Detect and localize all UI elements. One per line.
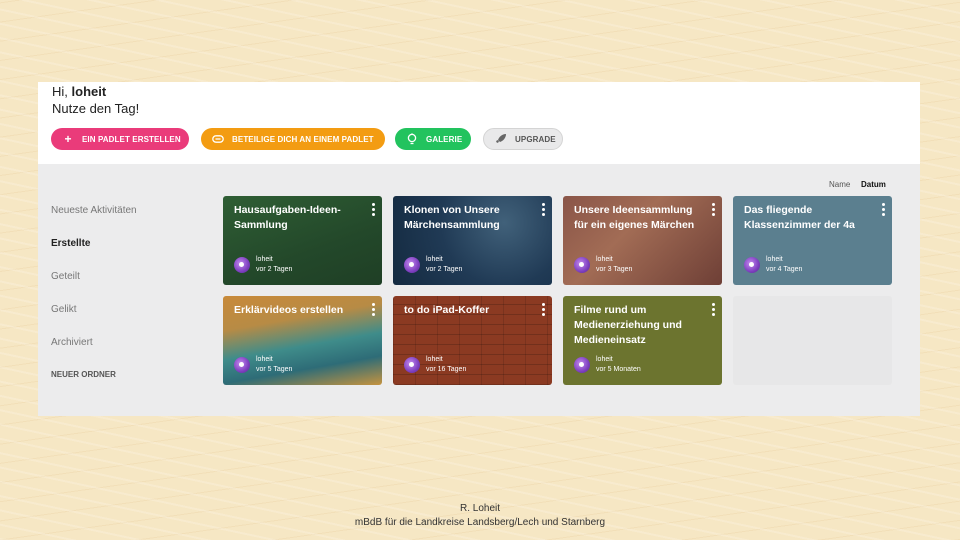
top-bar: Hi, loheit Nutze den Tag! + EIN PADLET E… (38, 82, 920, 164)
greeting-prefix: Hi, (52, 84, 68, 99)
sidebar-item-recent[interactable]: Neueste Aktivitäten (51, 205, 137, 216)
upgrade-button[interactable]: UPGRADE (483, 128, 563, 150)
link-icon (211, 135, 225, 143)
create-padlet-button[interactable]: + EIN PADLET ERSTELLEN (51, 128, 189, 150)
sidebar-item-liked[interactable]: Gelikt (51, 304, 77, 315)
more-menu-icon[interactable] (372, 203, 376, 216)
sort-by-date[interactable]: Datum (861, 180, 886, 189)
padlet-card[interactable]: Klonen von Unsere Märchensammlung loheit… (393, 196, 552, 285)
padlet-card[interactable]: Filme rund um Medienerziehung und Medien… (563, 296, 722, 385)
more-menu-icon[interactable] (542, 303, 546, 316)
avatar (234, 257, 250, 273)
card-author: loheit (596, 256, 613, 263)
card-author: loheit (256, 356, 273, 363)
card-author: loheit (766, 256, 783, 263)
card-title: to do iPad-Koffer (404, 304, 490, 316)
card-author: loheit (596, 356, 613, 363)
create-padlet-label: EIN PADLET ERSTELLEN (82, 134, 181, 144)
join-padlet-label: BETEILIGE DICH AN EINEM PADLET (232, 134, 374, 144)
card-title: Erklärvideos erstellen (234, 304, 344, 316)
user-name: loheit (71, 84, 107, 99)
card-time: vor 2 Tagen (256, 266, 293, 273)
card-time: vor 4 Tagen (766, 266, 803, 273)
plus-icon: + (64, 132, 72, 146)
more-menu-icon[interactable] (372, 303, 376, 316)
footer-author: R. Loheit (459, 503, 501, 514)
avatar (234, 357, 250, 373)
avatar (574, 357, 590, 373)
padlet-card[interactable]: Unsere Ideensammlung für ein eigenes Mär… (563, 196, 722, 285)
more-menu-icon[interactable] (542, 203, 546, 216)
padlet-card[interactable]: to do iPad-Koffer loheit vor 16 Tagen (393, 296, 552, 385)
card-title: Klonen von Unsere Märchensammlung (404, 204, 500, 231)
avatar (404, 257, 420, 273)
padlet-card[interactable]: Hausaufgaben-Ideen-Sammlung loheit vor 2… (223, 196, 382, 285)
gallery-label: GALERIE (426, 134, 463, 144)
card-time: vor 5 Tagen (256, 366, 293, 373)
card-time: vor 16 Tagen (426, 366, 467, 373)
card-author: loheit (426, 256, 443, 263)
sidebar-item-shared[interactable]: Geteilt (51, 271, 80, 282)
card-time: vor 2 Tagen (426, 266, 463, 273)
more-menu-icon[interactable] (882, 203, 886, 216)
more-menu-icon[interactable] (712, 203, 716, 216)
sidebar-item-new-folder[interactable]: NEUER ORDNER (51, 370, 116, 379)
lightbulb-icon (405, 132, 419, 146)
padlet-card[interactable]: Das fliegende Klassenzimmer der 4a lohei… (733, 196, 892, 285)
avatar (574, 257, 590, 273)
avatar (404, 357, 420, 373)
card-time: vor 3 Tagen (596, 266, 633, 273)
padlet-card[interactable]: Erklärvideos erstellen loheit vor 5 Tage… (223, 296, 382, 385)
card-author: loheit (256, 256, 273, 263)
sidebar-item-created[interactable]: Erstellte (51, 238, 90, 249)
card-title: Unsere Ideensammlung für ein eigenes Mär… (574, 204, 695, 231)
card-title: Hausaufgaben-Ideen-Sammlung (234, 204, 341, 231)
card-time: vor 5 Monaten (596, 366, 641, 373)
join-padlet-button[interactable]: BETEILIGE DICH AN EINEM PADLET (201, 128, 385, 150)
more-menu-icon[interactable] (712, 303, 716, 316)
greeting: Hi, loheit (52, 84, 106, 99)
upgrade-label: UPGRADE (515, 134, 556, 144)
padlet-dashboard-screenshot: Hi, loheit Nutze den Tag! + EIN PADLET E… (38, 82, 920, 416)
empty-card-placeholder (733, 296, 892, 385)
gallery-button[interactable]: GALERIE (395, 128, 471, 150)
card-author: loheit (426, 356, 443, 363)
sidebar-item-archived[interactable]: Archiviert (51, 337, 93, 348)
card-title: Filme rund um Medienerziehung und Medien… (574, 304, 682, 346)
sort-by-name[interactable]: Name (829, 180, 850, 189)
greeting-subtitle: Nutze den Tag! (52, 101, 140, 116)
avatar (744, 257, 760, 273)
rocket-icon (494, 133, 508, 145)
footer-organization: mBdB für die Landkreise Landsberg/Lech u… (354, 517, 606, 528)
card-title: Das fliegende Klassenzimmer der 4a (744, 204, 855, 231)
